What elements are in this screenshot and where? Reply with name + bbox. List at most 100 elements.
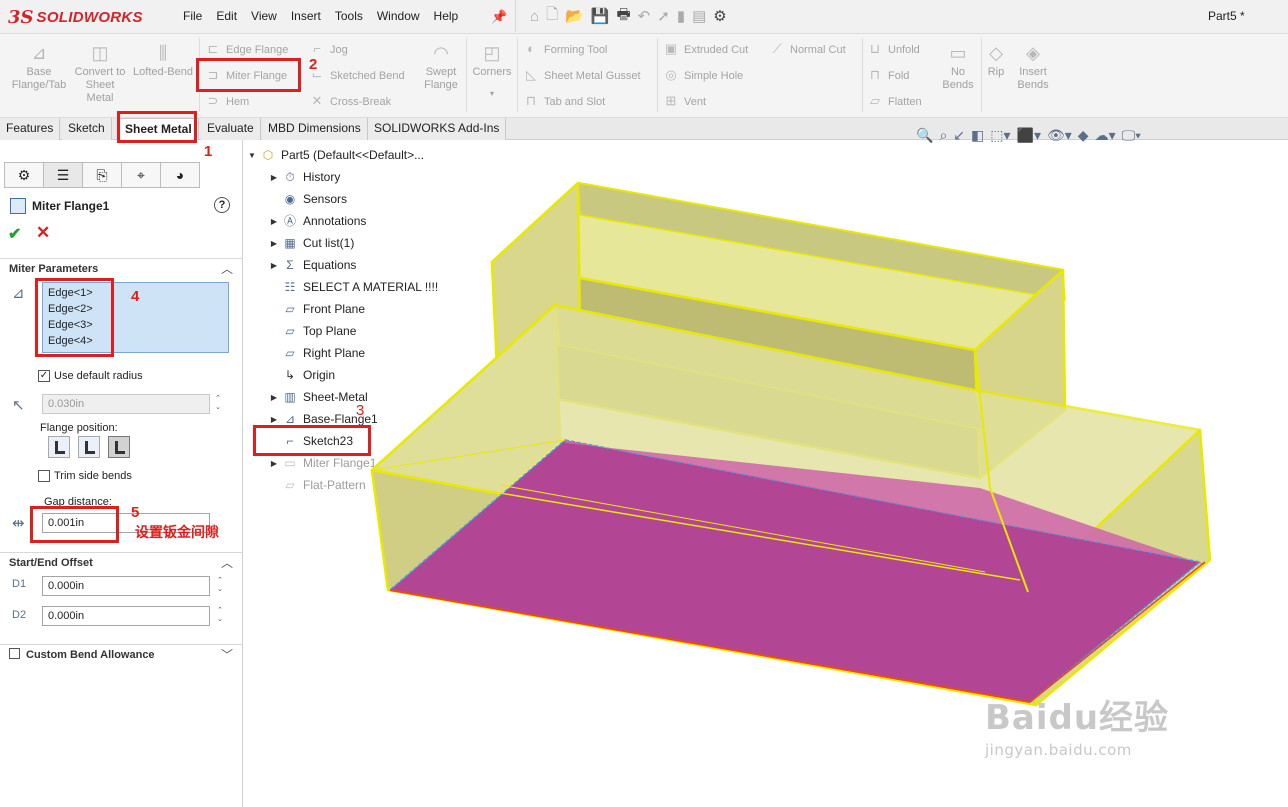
material-inside-button[interactable] (48, 436, 70, 458)
extruded-cut-icon: ▣ (664, 41, 678, 56)
base-flange-button[interactable]: ⊿ Base Flange/Tab (8, 42, 70, 92)
feature-manager-tab-icon[interactable]: ⚙ (4, 162, 44, 188)
tab-sketch[interactable]: Sketch (62, 118, 112, 140)
print-icon[interactable]: 🖶 (617, 4, 631, 29)
forming-tool-button[interactable]: ◐ Forming Tool (522, 40, 607, 58)
swept-flange-icon: ◠ (433, 43, 449, 63)
lofted-bend-button[interactable]: ⫼ Lofted-Bend (128, 42, 198, 79)
menu-insert[interactable]: Insert (291, 9, 321, 23)
rebuild-icon[interactable]: ▮ (677, 7, 685, 25)
fold-icon: ⊓ (869, 67, 881, 82)
trim-side-bends-checkbox[interactable]: Trim side bends (38, 470, 132, 482)
corners-icon: ◰ (483, 43, 501, 63)
unfold-button[interactable]: ⊔ Unfold (866, 40, 920, 58)
expand-chevron-icon[interactable]: ﹀ (221, 645, 233, 665)
insert-bends-button[interactable]: ◈ Insert Bends (1014, 42, 1052, 92)
collapse-chevron-icon[interactable]: ︿ (221, 553, 233, 573)
dimxpert-manager-tab-icon[interactable]: ⌖ (121, 162, 161, 188)
feature-title: Miter Flange1 (10, 198, 109, 214)
gap-distance-icon: ⇹ (12, 515, 25, 532)
configuration-manager-tab-icon[interactable]: ⎘ (82, 162, 122, 188)
logo-text: SOLIDWORKS (36, 8, 143, 26)
end-offset-spinner[interactable]: ⌃ ⌄ (214, 606, 226, 626)
bend-outside-button[interactable] (108, 436, 130, 458)
menu-edit[interactable]: Edit (216, 9, 237, 23)
edge-selection-icon: ⊿ (12, 285, 25, 302)
extruded-cut-button[interactable]: ▣ Extruded Cut (662, 40, 748, 58)
material-outside-button[interactable] (78, 436, 100, 458)
menu-help[interactable]: Help (434, 9, 459, 23)
menu-file[interactable]: File (183, 9, 202, 23)
cross-break-button[interactable]: ✕ Cross-Break (308, 92, 392, 110)
tab-features[interactable]: Features (0, 118, 61, 140)
undo-icon[interactable]: ↶ (638, 7, 651, 25)
flatten-button[interactable]: ▱ Flatten (866, 92, 922, 110)
section-custom-bend-allowance[interactable]: Custom Bend Allowance ﹀ (0, 644, 243, 666)
hem-button[interactable]: ⊃ Hem (204, 92, 250, 110)
help-icon[interactable]: ? (214, 197, 230, 213)
flatten-icon: ▱ (870, 93, 880, 108)
end-offset-field[interactable]: 0.000in (42, 606, 210, 626)
miter-flange-feature-icon (10, 198, 26, 214)
use-default-radius-checkbox[interactable]: ✓ Use default radius (38, 370, 143, 382)
file-properties-icon[interactable]: ▤ (692, 7, 706, 25)
display-manager-tab-icon[interactable]: ◕ (160, 162, 200, 188)
cross-break-icon: ✕ (311, 93, 323, 108)
cancel-button[interactable]: ✕ (36, 223, 50, 243)
bend-radius-field[interactable]: 0.030in (42, 394, 210, 414)
options-gear-icon[interactable]: ⚙ (713, 7, 726, 25)
vent-button[interactable]: ⊞ Vent (662, 92, 706, 110)
collapse-chevron-icon[interactable]: ︿ (221, 259, 233, 279)
open-folder-icon[interactable]: 📂 (565, 7, 584, 25)
ribbon-separator (862, 38, 863, 112)
fold-button[interactable]: ⊓ Fold (866, 66, 909, 84)
pin-icon[interactable]: 📌 (491, 9, 507, 25)
no-bends-icon: ▭ (949, 43, 967, 63)
custom-bend-allowance-checkbox[interactable] (9, 648, 20, 659)
sheet-metal-gusset-button[interactable]: ◺ Sheet Metal Gusset (522, 66, 641, 84)
checkbox-checked[interactable]: ✓ (38, 370, 50, 382)
swept-flange-button[interactable]: ◠ Swept Flange (418, 42, 464, 92)
convert-to-sheet-metal-button[interactable]: ◫ Convert to Sheet Metal (72, 42, 128, 105)
section-miter-parameters[interactable]: Miter Parameters ︿ (0, 258, 243, 278)
start-offset-field[interactable]: 0.000in (42, 576, 210, 596)
property-manager-tab-icon[interactable]: ☰ (43, 162, 83, 188)
ribbon-separator (981, 38, 982, 112)
highlight-sheet-metal-tab (117, 111, 197, 143)
rip-button[interactable]: ◇ Rip (984, 42, 1008, 79)
menu-bar: File Edit View Insert Tools Window Help (176, 0, 465, 32)
rip-icon: ◇ (989, 43, 1003, 63)
step-number-4: 4 (131, 288, 140, 305)
home-icon[interactable]: ⌂ (530, 8, 539, 25)
sketched-bend-button[interactable]: ⌙ Sketched Bend (308, 66, 405, 84)
edge-flange-button[interactable]: ⊏ Edge Flange (204, 40, 289, 58)
insert-bends-icon: ◈ (1026, 43, 1040, 63)
select-cursor-icon[interactable]: ➚ (657, 7, 670, 25)
menu-view[interactable]: View (251, 9, 277, 23)
ok-button[interactable]: ✔ (8, 224, 21, 244)
section-start-end-offset[interactable]: Start/End Offset ︿ (0, 552, 243, 572)
simple-hole-button[interactable]: ◎ Simple Hole (662, 66, 743, 84)
start-offset-spinner[interactable]: ⌃ ⌄ (214, 576, 226, 596)
no-bends-button[interactable]: ▭ No Bends (938, 42, 978, 92)
corners-dropdown-icon[interactable]: ▾ (470, 87, 514, 100)
step-number-5: 5 (131, 504, 140, 521)
menu-window[interactable]: Window (377, 9, 420, 23)
tab-mbd-dimensions[interactable]: MBD Dimensions (262, 118, 368, 140)
ds-logo-mark: 3S (8, 6, 34, 28)
save-icon[interactable]: 💾 (591, 7, 610, 25)
solidworks-logo[interactable]: 3S SOLIDWORKS (8, 4, 143, 30)
new-document-icon[interactable]: 🗋 (546, 4, 558, 29)
lofted-bend-icon: ⫼ (158, 43, 168, 63)
tab-and-slot-icon: ⊓ (525, 93, 537, 108)
manager-tabs: ⚙ ☰ ⎘ ⌖ ◕ (4, 162, 200, 188)
checkbox-unchecked[interactable] (38, 470, 50, 482)
corners-button[interactable]: ◰ Corners ▾ (470, 42, 514, 100)
tab-solidworks-add-ins[interactable]: SOLIDWORKS Add-Ins (368, 118, 507, 140)
tab-and-slot-button[interactable]: ⊓ Tab and Slot (522, 92, 605, 110)
flange-position-label: Flange position: (40, 422, 118, 434)
bend-radius-spinner[interactable]: ⌃ ⌄ (212, 394, 224, 414)
menu-tools[interactable]: Tools (335, 9, 363, 23)
normal-cut-button[interactable]: ⟋ Normal Cut (768, 40, 845, 58)
tab-evaluate[interactable]: Evaluate (201, 118, 261, 140)
